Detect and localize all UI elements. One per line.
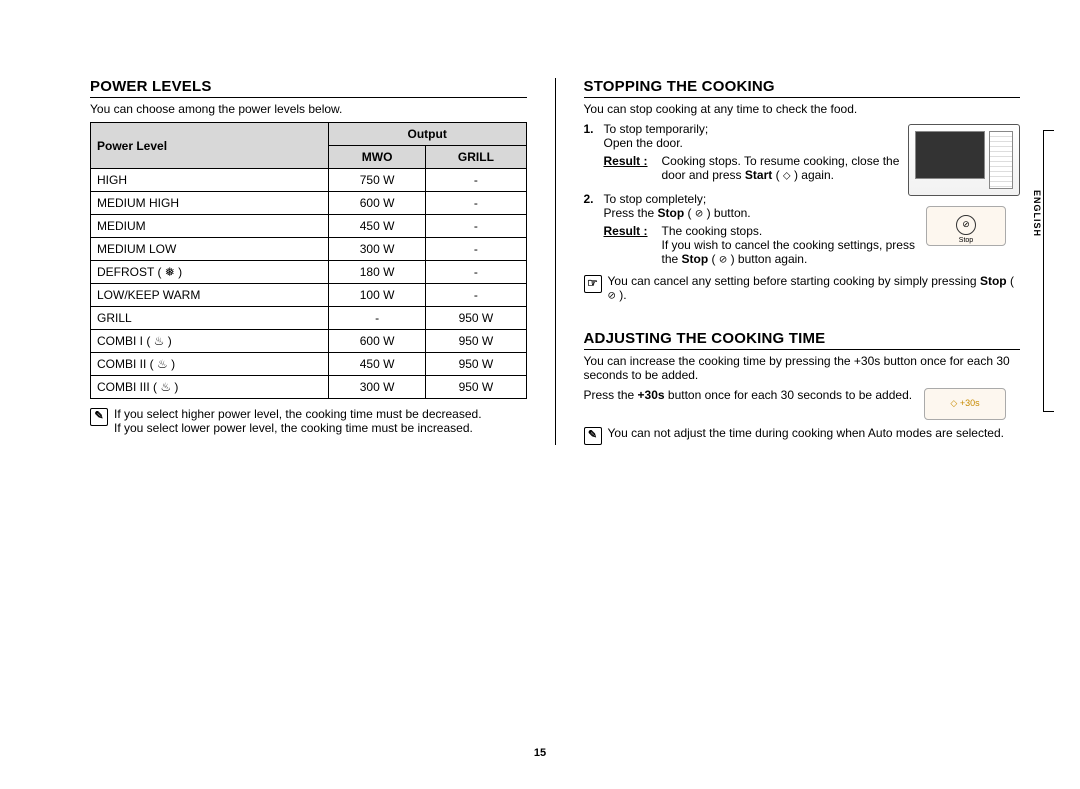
power-levels-note: If you select higher power level, the co… (114, 407, 527, 435)
table-row: LOW/KEEP WARM100 W- (91, 284, 527, 307)
step-body: To stop completely; Press the Stop ( ⊘ )… (604, 192, 901, 220)
stopping-hand-note: You can cancel any setting before starti… (608, 274, 1021, 302)
stop-icon: ⊘ (719, 254, 727, 265)
microwave-illustration (908, 124, 1020, 196)
stop-button-illustration: ⊘ Stop (926, 206, 1006, 246)
column-divider (555, 78, 556, 445)
adjusting-intro: You can increase the cooking time by pre… (584, 354, 1021, 382)
step-number: 2. (584, 192, 598, 220)
table-row: DEFROST ( ❅ )180 W- (91, 261, 527, 284)
side-tab (1043, 130, 1054, 412)
heading-power-levels: POWER LEVELS (90, 78, 527, 98)
table-row: COMBI III ( ♨ )300 W950 W (91, 376, 527, 399)
stop-icon: ⊘ (695, 208, 703, 219)
heading-stopping: STOPPING THE COOKING (584, 78, 1021, 98)
heading-adjusting: ADJUSTING THE COOKING TIME (584, 330, 1021, 350)
stopping-intro: You can stop cooking at any time to chec… (584, 102, 1021, 116)
result-label: Result : (604, 224, 652, 266)
power-levels-table: Power Level Output MWO GRILL HIGH750 W- … (90, 122, 527, 399)
table-row: COMBI II ( ♨ )450 W950 W (91, 353, 527, 376)
language-label: ENGLISH (1032, 190, 1042, 237)
table-row: MEDIUM450 W- (91, 215, 527, 238)
th-output: Output (328, 123, 526, 146)
result-text: The cooking stops. If you wish to cancel… (662, 224, 919, 266)
result-text: Cooking stops. To resume cooking, close … (662, 154, 901, 182)
table-row: MEDIUM LOW300 W- (91, 238, 527, 261)
step-body: To stop temporarily; Open the door. (604, 122, 901, 150)
th-mwo: MWO (328, 146, 425, 169)
table-row: COMBI I ( ♨ )600 W950 W (91, 330, 527, 353)
th-power-level: Power Level (91, 123, 329, 169)
start-icon: ◇ (783, 170, 791, 181)
stop-icon: ⊘ (608, 290, 616, 301)
step-number: 1. (584, 122, 598, 150)
table-row: MEDIUM HIGH600 W- (91, 192, 527, 215)
table-row: GRILL-950 W (91, 307, 527, 330)
note-icon (90, 408, 108, 426)
th-grill: GRILL (426, 146, 526, 169)
result-label: Result : (604, 154, 652, 182)
hand-icon (584, 275, 602, 293)
table-row: HIGH750 W- (91, 169, 527, 192)
plus30s-button-illustration: ◇ +30s (924, 388, 1006, 420)
adjusting-note: You can not adjust the time during cooki… (608, 426, 1021, 440)
note-icon (584, 427, 602, 445)
page-number: 15 (534, 747, 546, 759)
power-levels-intro: You can choose among the power levels be… (90, 102, 527, 116)
stop-icon: ⊘ (956, 215, 976, 235)
